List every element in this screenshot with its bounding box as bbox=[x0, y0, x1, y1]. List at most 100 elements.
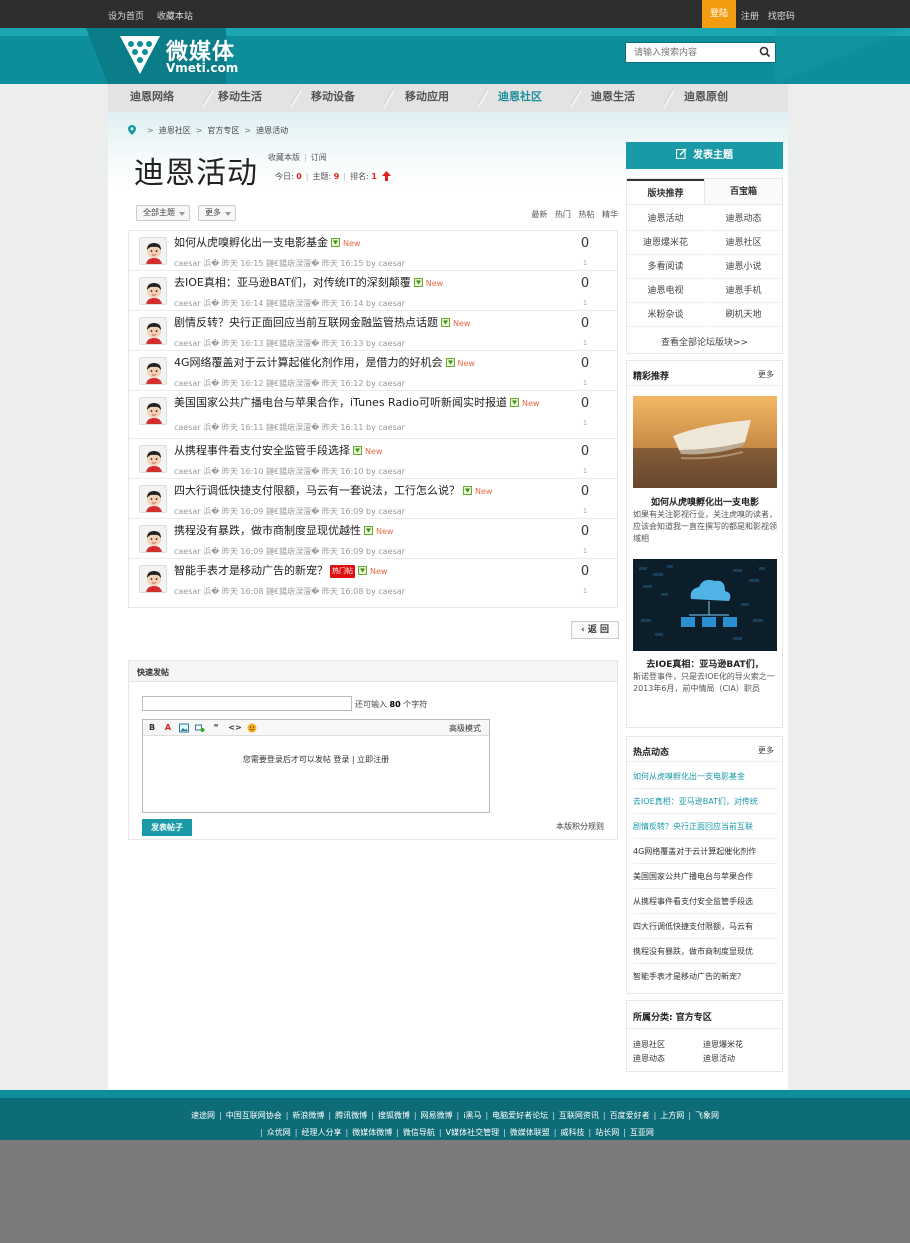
avatar[interactable] bbox=[139, 525, 167, 553]
advanced-mode-link[interactable]: 高级模式 bbox=[449, 723, 481, 734]
breadcrumb-community[interactable]: 迪恩社区 bbox=[159, 126, 191, 135]
register-now-link[interactable]: 立即注册 bbox=[357, 755, 389, 764]
subject-input[interactable] bbox=[142, 696, 352, 711]
login-button[interactable]: 登陆 bbox=[702, 0, 736, 28]
submit-post-button[interactable]: 发表帖子 bbox=[142, 819, 192, 836]
footer-link[interactable]: 百度爱好者 bbox=[610, 1111, 650, 1120]
thread-title-link[interactable]: 如何从虎嗅孵化出一支电影基金 bbox=[174, 236, 328, 249]
featured-item-title[interactable]: 如何从虎嗅孵化出一支电影 bbox=[633, 495, 777, 508]
login-link[interactable]: 登录 bbox=[333, 755, 349, 764]
footer-link[interactable]: 网易微博 bbox=[421, 1111, 453, 1120]
subscribe-link[interactable]: 订阅 bbox=[311, 153, 327, 162]
hot-topic-link[interactable]: 剧情反转？央行正面回应当前互联 bbox=[633, 814, 777, 839]
avatar[interactable] bbox=[139, 485, 167, 513]
avatar[interactable] bbox=[139, 357, 167, 385]
thread-title-link[interactable]: 携程没有暴跌，做市商制度显现优越性 bbox=[174, 524, 361, 537]
board-link[interactable]: 迪恩活动 bbox=[627, 207, 704, 231]
footer-link[interactable]: 上方网 bbox=[660, 1111, 684, 1120]
footer-link[interactable]: 众优网 bbox=[267, 1128, 291, 1137]
hot-topics-more-link[interactable]: 更多 bbox=[758, 745, 774, 756]
thread-title-link[interactable]: 4G网络覆盖对于云计算起催化剂作用，是借力的好机会 bbox=[174, 356, 443, 369]
footer-link[interactable]: 腾讯微博 bbox=[335, 1111, 367, 1120]
thread-title-link[interactable]: 智能手表才是移动广告的新宠？ bbox=[174, 564, 328, 577]
breadcrumb-current[interactable]: 迪恩活动 bbox=[256, 126, 288, 135]
set-home-link[interactable]: 设为首页 bbox=[108, 12, 144, 22]
footer-link[interactable]: 站长网 bbox=[595, 1128, 619, 1137]
view-all-boards-link[interactable]: 查看全部论坛版块>> bbox=[627, 335, 782, 348]
bookmark-link[interactable]: 收藏本站 bbox=[157, 12, 193, 22]
board-link[interactable]: 刷机天地 bbox=[705, 303, 782, 327]
smiley-icon[interactable] bbox=[247, 723, 257, 733]
hot-topic-link[interactable]: 美国国家公共广播电台与苹果合作 bbox=[633, 864, 777, 889]
thread-title-link[interactable]: 去IOE真相：亚马逊BAT们，对传统IT的深刻颠覆 bbox=[174, 276, 411, 289]
avatar[interactable] bbox=[139, 565, 167, 593]
hot-topic-link[interactable]: 如何从虎嗅孵化出一支电影基金 bbox=[633, 764, 777, 789]
font-color-button[interactable]: A bbox=[163, 723, 173, 733]
bold-button[interactable]: B bbox=[147, 723, 157, 733]
nav-item-dien-original[interactable]: 迪恩原创 bbox=[684, 84, 728, 112]
footer-link[interactable]: 互亚网 bbox=[630, 1128, 654, 1137]
thread-title-link[interactable]: 剧情反转？央行正面回应当前互联网金融监管热点话题 bbox=[174, 316, 438, 329]
hot-topic-link[interactable]: 去IOE真相：亚马逊BAT们，对传统 bbox=[633, 789, 777, 814]
thread-title-link[interactable]: 从携程事件看支付安全监管手段选择 bbox=[174, 444, 350, 457]
all-topics-dropdown[interactable]: 全部主题 bbox=[136, 205, 190, 221]
search-input[interactable] bbox=[626, 43, 756, 62]
footer-link[interactable]: 速途网 bbox=[191, 1111, 215, 1120]
footer-link[interactable]: 经理人分享 bbox=[302, 1128, 342, 1137]
footer-link[interactable]: 微媒体联盟 bbox=[510, 1128, 550, 1137]
footer-link[interactable]: 微信导航 bbox=[403, 1128, 435, 1137]
avatar[interactable] bbox=[139, 397, 167, 425]
tab-toolbox[interactable]: 百宝箱 bbox=[704, 179, 782, 205]
board-link[interactable]: 米粉杂谈 bbox=[627, 303, 704, 327]
footer-link[interactable]: 微媒体微博 bbox=[352, 1128, 392, 1137]
nav-item-dien-network[interactable]: 迪恩网络 bbox=[130, 84, 174, 112]
favorite-forum-link[interactable]: 收藏本版 bbox=[268, 153, 300, 162]
back-button[interactable]: ‹ 返 回 bbox=[571, 621, 619, 639]
board-link[interactable]: 多看阅读 bbox=[627, 255, 704, 279]
board-link[interactable]: 迪恩社区 bbox=[705, 231, 782, 255]
avatar[interactable] bbox=[139, 237, 167, 265]
featured-image-cloud[interactable] bbox=[633, 559, 777, 651]
site-logo[interactable]: 微媒体 Vmeti.com bbox=[120, 34, 250, 78]
avatar[interactable] bbox=[139, 445, 167, 473]
featured-item-title[interactable]: 去IOE真相：亚马逊BAT们， bbox=[633, 657, 777, 670]
nav-item-mobile-life[interactable]: 移动生活 bbox=[218, 84, 262, 112]
footer-link[interactable]: 新浪微博 bbox=[292, 1111, 324, 1120]
hot-topic-link[interactable]: 四大行调低快捷支付限额，马云有 bbox=[633, 914, 777, 939]
tab-board-recommend[interactable]: 版块推荐 bbox=[627, 179, 704, 205]
category-link[interactable]: 迪恩社区 bbox=[633, 1039, 665, 1050]
category-link[interactable]: 迪恩爆米花 bbox=[703, 1039, 743, 1050]
footer-link[interactable]: 互联网资讯 bbox=[559, 1111, 599, 1120]
sort-latest[interactable]: 最新 bbox=[531, 210, 547, 219]
avatar[interactable] bbox=[139, 277, 167, 305]
hot-topic-link[interactable]: 智能手表才是移动广告的新宠？ bbox=[633, 964, 777, 989]
image-icon[interactable] bbox=[179, 723, 189, 733]
board-link[interactable]: 迪恩小说 bbox=[705, 255, 782, 279]
more-dropdown[interactable]: 更多 bbox=[198, 205, 236, 221]
thread-title-link[interactable]: 四大行调低快捷支付限额，马云有一套说法，工行怎么说？ bbox=[174, 484, 460, 497]
code-button[interactable]: <> bbox=[228, 723, 242, 733]
nav-item-dien-community[interactable]: 迪恩社区 bbox=[498, 84, 542, 112]
find-password-link[interactable]: 找密码 bbox=[768, 12, 795, 22]
board-link[interactable]: 迪恩动态 bbox=[705, 207, 782, 231]
breadcrumb-official[interactable]: 官方专区 bbox=[207, 126, 239, 135]
board-link[interactable]: 迪恩爆米花 bbox=[627, 231, 704, 255]
link-icon[interactable] bbox=[195, 723, 205, 733]
nav-item-mobile-devices[interactable]: 移动设备 bbox=[311, 84, 355, 112]
credit-rules-link[interactable]: 本版积分规则 bbox=[556, 821, 604, 832]
hot-topic-link[interactable]: 4G网络覆盖对于云计算起催化剂作 bbox=[633, 839, 777, 864]
sort-hot-posts[interactable]: 热帖 bbox=[578, 210, 594, 219]
footer-link[interactable]: 中国互联网协会 bbox=[226, 1111, 282, 1120]
footer-link[interactable]: V媒体社交管理 bbox=[446, 1128, 499, 1137]
footer-link[interactable]: 飞象网 bbox=[695, 1111, 719, 1120]
register-link[interactable]: 注册 bbox=[741, 12, 759, 22]
featured-more-link[interactable]: 更多 bbox=[758, 369, 774, 380]
sort-hot[interactable]: 热门 bbox=[555, 210, 571, 219]
board-link[interactable]: 迪恩手机 bbox=[705, 279, 782, 303]
footer-link[interactable]: 电脑爱好者论坛 bbox=[492, 1111, 548, 1120]
footer-link[interactable]: 威科技 bbox=[561, 1128, 585, 1137]
featured-image-boat[interactable] bbox=[633, 396, 777, 488]
avatar[interactable] bbox=[139, 317, 167, 345]
quote-button[interactable]: “ bbox=[211, 723, 221, 733]
thread-title-link[interactable]: 美国国家公共广播电台与苹果合作，iTunes Radio可听新闻实时报道 bbox=[174, 396, 507, 409]
